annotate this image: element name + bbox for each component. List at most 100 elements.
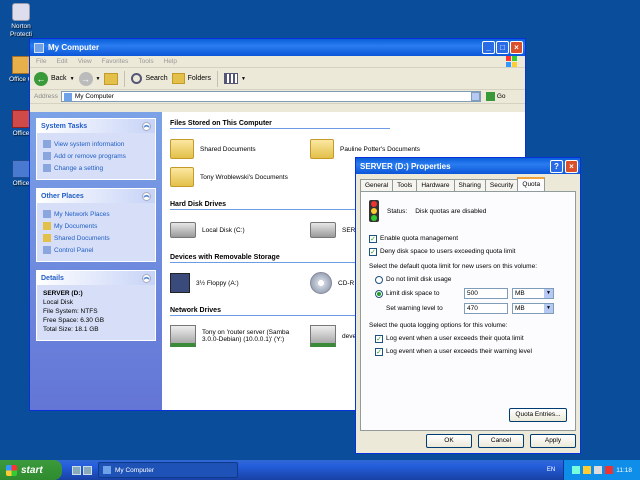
tab-tools[interactable]: Tools [392, 179, 418, 191]
radio-icon [375, 275, 383, 284]
place-shared-documents[interactable]: Shared Documents [43, 232, 149, 244]
place-label: My Documents [54, 222, 98, 230]
tab-security[interactable]: Security [484, 179, 519, 191]
detail-name: SERVER (D:) [43, 290, 83, 297]
ie-icon[interactable] [72, 465, 81, 475]
up-button[interactable] [104, 72, 119, 85]
dialog-titlebar[interactable]: SERVER (D:) Properties ? × [356, 158, 580, 174]
desktop-icon-norton[interactable]: Norton Protecti [4, 3, 38, 39]
menu-tools[interactable]: Tools [138, 58, 153, 65]
close-button[interactable]: × [510, 41, 523, 54]
detail-type: Local Disk [43, 299, 73, 306]
control-panel-icon [43, 246, 51, 254]
place-label: My Network Places [54, 210, 110, 218]
item-tony-documents[interactable]: Tony Wroblewski's Documents [170, 163, 310, 191]
antivirus-tray-icon[interactable] [583, 466, 592, 474]
warn-input[interactable]: 470 [464, 303, 508, 314]
search-button[interactable]: Search [131, 73, 168, 84]
window-title: My Computer [48, 43, 100, 52]
tab-sharing[interactable]: Sharing [453, 179, 486, 191]
clock[interactable]: 11:18 [616, 467, 632, 474]
go-button[interactable]: Go [485, 92, 506, 101]
recycle-bin-icon [12, 3, 30, 21]
logging-label: Select the quota logging options for thi… [369, 322, 508, 329]
item-shared-documents[interactable]: Shared Documents [170, 135, 310, 163]
warn-unit-select[interactable]: MB ▼ [512, 303, 554, 314]
item-label: Tony Wroblewski's Documents [200, 173, 288, 181]
collapse-chevron-icon[interactable]: ︽ [142, 191, 151, 201]
show-desktop-icon[interactable] [83, 465, 92, 475]
menu-edit[interactable]: Edit [56, 58, 67, 65]
security-tray-icon[interactable] [605, 466, 614, 474]
forward-button[interactable]: → ▼ [78, 71, 100, 86]
place-my-documents[interactable]: My Documents [43, 220, 149, 232]
maximize-button[interactable]: □ [496, 41, 509, 54]
enable-quota-checkbox[interactable]: ✓ Enable quota management [369, 232, 567, 245]
help-button[interactable]: ? [550, 159, 563, 173]
tab-general[interactable]: General [360, 179, 394, 191]
limit-radio[interactable]: Limit disk space to [375, 287, 460, 300]
tab-hardware[interactable]: Hardware [416, 179, 455, 191]
place-network[interactable]: My Network Places [43, 208, 149, 220]
language-indicator[interactable]: EN [547, 467, 555, 473]
detail-fs: File System: NTFS [43, 308, 98, 315]
views-icon [224, 73, 238, 84]
views-button[interactable]: ▼ [224, 73, 246, 84]
address-input[interactable]: My Computer [60, 91, 481, 102]
log-warning-checkbox[interactable]: ✓ Log event when a user exceeds their wa… [369, 345, 567, 358]
item-floppy-a[interactable]: 3½ Floppy (A:) [170, 269, 310, 297]
place-label: Shared Documents [54, 234, 110, 242]
network-drive-icon [170, 325, 196, 347]
task-pane: System Tasks ︽ View system information A… [30, 112, 162, 410]
task-change-setting[interactable]: Change a setting [43, 162, 149, 174]
other-places-header[interactable]: Other Places ︽ [37, 189, 155, 203]
limit-label: Limit disk space to [386, 290, 440, 297]
limit-unit-select[interactable]: MB ▼ [512, 288, 554, 299]
task-view-system-info[interactable]: View system information [43, 138, 149, 150]
menu-view[interactable]: View [78, 58, 92, 65]
item-local-disk-c[interactable]: Local Disk (C:) [170, 216, 310, 244]
properties-dialog: SERVER (D:) Properties ? × General Tools… [355, 157, 581, 454]
item-network-y[interactable]: Tony on 'router server (Samba 3.0.0-Debi… [170, 322, 310, 350]
limit-input[interactable]: 500 [464, 288, 508, 299]
network-tray-icon[interactable] [572, 466, 581, 474]
taskbar-item-my-computer[interactable]: My Computer [98, 462, 238, 478]
back-button[interactable]: ← Back ▼ [34, 71, 75, 86]
section-files-header: Files Stored on This Computer [170, 120, 390, 129]
apply-button[interactable]: Apply [530, 434, 576, 448]
floppy-icon [170, 273, 190, 293]
desktop-icon-label: Norton [11, 23, 31, 30]
address-value: My Computer [74, 93, 114, 100]
deny-disk-checkbox[interactable]: ✓ Deny disk space to users exceeding quo… [369, 245, 567, 258]
dialog-close-button[interactable]: × [565, 159, 578, 173]
details-header[interactable]: Details ︽ [37, 271, 155, 285]
task-add-remove-programs[interactable]: Add or remove programs [43, 150, 149, 162]
log-exceed-checkbox[interactable]: ✓ Log event when a user exceeds their qu… [369, 332, 567, 345]
quota-entries-button[interactable]: Quota Entries... [509, 408, 567, 422]
system-tasks-header[interactable]: System Tasks ︽ [37, 119, 155, 133]
folders-button[interactable]: Folders [171, 73, 211, 84]
ok-button[interactable]: OK [426, 434, 472, 448]
no-limit-radio[interactable]: Do not limit disk usage [369, 273, 567, 286]
chevron-down-icon: ▼ [544, 289, 553, 298]
window-titlebar[interactable]: My Computer _ □ × [30, 39, 525, 56]
detail-total: Total Size: 18.1 GB [43, 326, 99, 333]
menu-help[interactable]: Help [164, 58, 177, 65]
checkbox-checked-icon: ✓ [375, 334, 383, 343]
status-value: Disk quotas are disabled [415, 207, 487, 215]
forward-arrow-icon: → [78, 71, 93, 86]
menu-bar: File Edit View Favorites Tools Help [30, 56, 525, 68]
windows-flag-icon [506, 56, 517, 67]
place-control-panel[interactable]: Control Panel [43, 244, 149, 256]
collapse-chevron-icon[interactable]: ︽ [142, 121, 151, 131]
cancel-button[interactable]: Cancel [478, 434, 524, 448]
collapse-chevron-icon[interactable]: ︽ [142, 273, 151, 283]
volume-tray-icon[interactable] [594, 466, 603, 474]
folder-icon [43, 234, 51, 242]
menu-file[interactable]: File [36, 58, 46, 65]
start-button[interactable]: start [0, 460, 62, 480]
menu-favorites[interactable]: Favorites [102, 58, 129, 65]
tab-quota[interactable]: Quota [517, 177, 546, 191]
address-dropdown[interactable] [470, 92, 480, 101]
minimize-button[interactable]: _ [482, 41, 495, 54]
